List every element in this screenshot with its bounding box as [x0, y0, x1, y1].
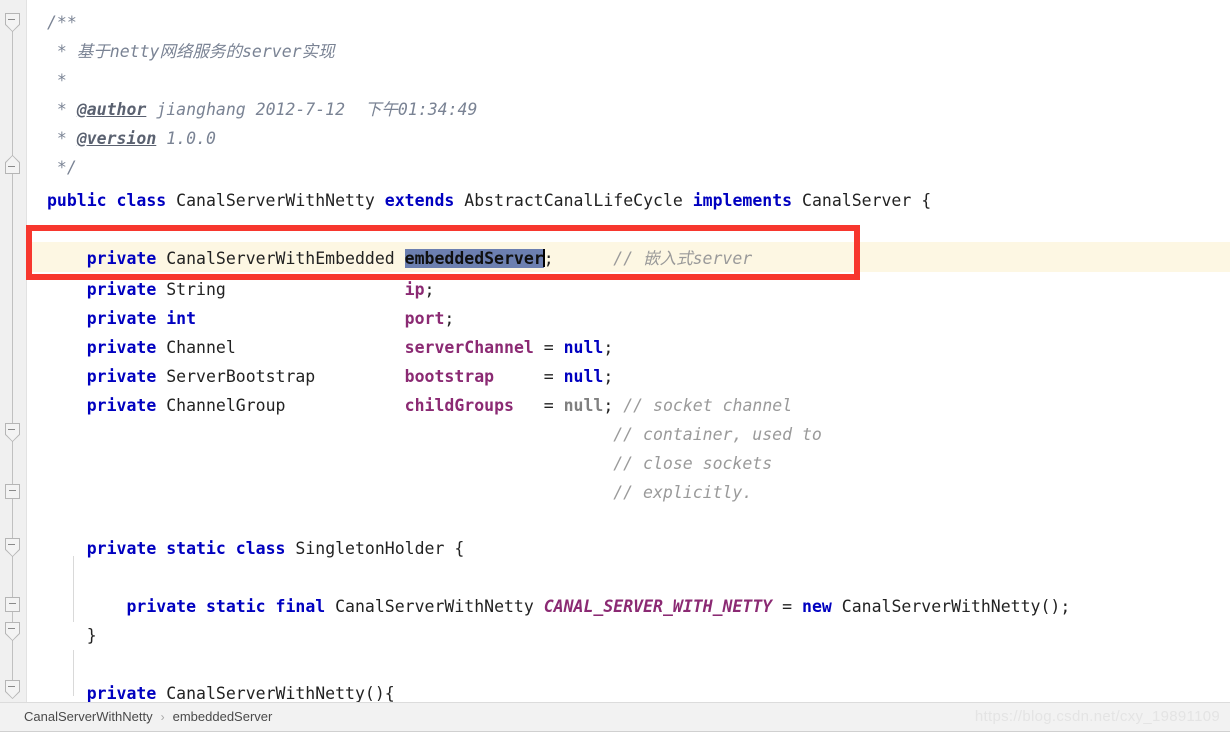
superclass-name: AbstractCanalLifeCycle: [464, 191, 683, 210]
code-line-2: * 基于netty网络服务的server实现: [47, 37, 335, 66]
javadoc-blank: *: [47, 71, 67, 90]
code-line-15: // container, used to: [47, 420, 822, 449]
constructor-name: CanalServerWithNetty: [166, 684, 365, 702]
fold-gutter[interactable]: [0, 0, 27, 702]
inline-comment-close-sockets: // close sockets: [47, 454, 773, 473]
class-name-CanalServerWithNetty: CanalServerWithNetty: [176, 191, 375, 210]
javadoc-close: */: [47, 158, 77, 177]
breadcrumb[interactable]: CanalServerWithNetty › embeddedServer: [24, 703, 272, 731]
code-editor[interactable]: /** * 基于netty网络服务的server实现 * * @author j…: [0, 0, 1230, 702]
inline-comment-container: // container, used to: [47, 425, 822, 444]
code-line-17: // explicitly.: [47, 478, 752, 507]
breadcrumb-separator-icon: ›: [160, 710, 165, 724]
class-name-SingletonHolder: SingletonHolder: [295, 539, 445, 558]
code-text-area[interactable]: /** * 基于netty网络服务的server实现 * * @author j…: [27, 0, 1230, 702]
field-name-serverChannel: serverChannel: [404, 338, 534, 357]
watermark-url: https://blog.csdn.net/cxy_19891109: [974, 708, 1220, 725]
code-line-5: * @version 1.0.0: [47, 129, 216, 148]
breadcrumb-class[interactable]: CanalServerWithNetty: [24, 703, 153, 731]
code-line-7-class-declaration: public class CanalServerWithNetty extend…: [47, 191, 932, 210]
code-line-21-canal-server-constant: private static final CanalServerWithNett…: [126, 597, 1071, 616]
inline-comment-explicitly: // explicitly.: [47, 483, 753, 502]
code-line-3: *: [47, 66, 67, 95]
javadoc-open: /**: [47, 13, 77, 32]
code-line-19-singletonholder-declaration: private static class SingletonHolder {: [86, 539, 465, 558]
code-line-22-closing-brace: }: [47, 626, 97, 645]
fold-spine-javadoc: [12, 18, 13, 158]
status-bar: CanalServerWithNetty › embeddedServer ht…: [0, 702, 1230, 732]
field-name-ip: ip: [404, 280, 425, 299]
code-line-16: // close sockets: [47, 449, 772, 478]
fold-marker-class-end[interactable]: [5, 597, 20, 612]
constant-name-CANAL_SERVER_WITH_NETTY: CANAL_SERVER_WITH_NETTY: [543, 597, 773, 616]
code-line-1: /**: [47, 8, 77, 37]
code-line-11-port-field: private int port;: [86, 309, 455, 328]
breadcrumb-member[interactable]: embeddedServer: [173, 703, 273, 731]
javadoc-version-tag: @version: [76, 129, 157, 148]
interface-name: CanalServer: [802, 191, 912, 210]
code-line-24-constructor: private CanalServerWithNetty(){: [86, 684, 395, 702]
code-line-6: */: [47, 153, 77, 182]
code-line-12-serverchannel-field: private Channel serverChannel = null;: [86, 338, 614, 357]
fold-spine-singleton: [12, 545, 13, 627]
fold-marker-method-start[interactable]: [5, 680, 20, 699]
code-line-13-bootstrap-field: private ServerBootstrap bootstrap = null…: [86, 367, 614, 386]
fold-spine-class-body: [12, 165, 13, 430]
red-highlight-rectangle: [26, 225, 860, 280]
fold-marker-javadoc-end[interactable]: [5, 155, 20, 174]
javadoc-author-tag: @author: [76, 100, 147, 119]
fold-marker-region-a[interactable]: [5, 423, 20, 442]
field-name-port: port: [404, 309, 445, 328]
fold-marker-class-start[interactable]: [5, 538, 20, 557]
fold-marker-ctor-start[interactable]: [5, 622, 20, 641]
code-line-4: * @author jianghang 2012-7-12 下午01:34:49: [47, 100, 478, 119]
field-name-childGroups: childGroups: [404, 396, 514, 415]
inline-comment-socket-channel: // socket channel: [623, 396, 793, 415]
fold-marker-javadoc-start[interactable]: [5, 13, 20, 32]
code-line-14-childgroups-field: private ChannelGroup childGroups = null;…: [86, 396, 793, 415]
fold-marker-region-b[interactable]: [5, 484, 20, 499]
field-name-bootstrap: bootstrap: [404, 367, 495, 386]
javadoc-description: * 基于netty网络服务的server实现: [47, 42, 335, 61]
